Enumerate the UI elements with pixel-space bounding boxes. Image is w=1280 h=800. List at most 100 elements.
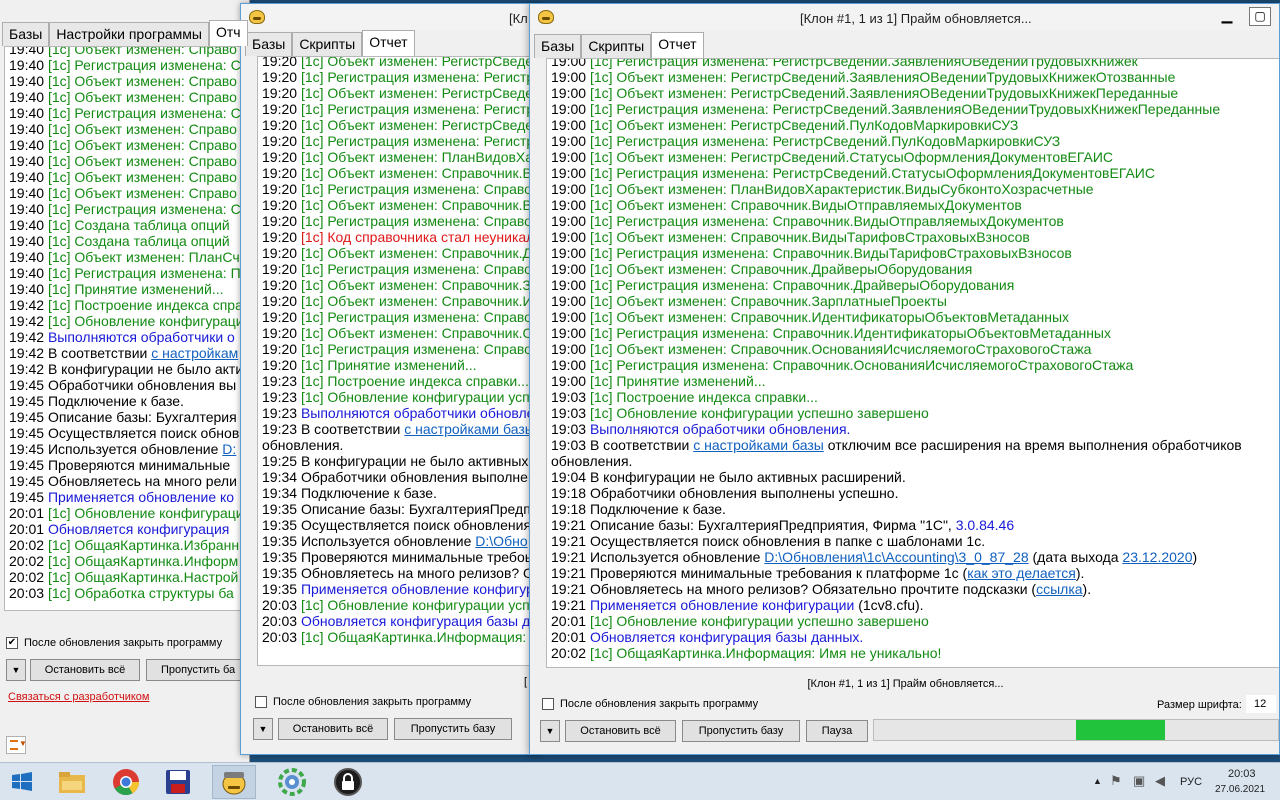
log-timestamp: 19:35 <box>262 517 301 533</box>
win1-close-after-update-checkbox[interactable]: ✔ После обновления закрыть программу <box>6 637 222 649</box>
log-link[interactable]: D:\Обно <box>475 533 527 549</box>
log-timestamp: 19:00 <box>551 277 590 293</box>
log-link[interactable]: как это делается <box>967 565 1076 581</box>
log-text: [1c] Объект изменен: Справочник.О <box>300 325 534 341</box>
log-text: [1c] Объект изменен: ПланСч <box>47 249 240 265</box>
taskbar-updater-app[interactable] <box>212 765 256 799</box>
win2-title: [Кл <box>509 11 528 26</box>
tray-monitor-icon[interactable]: ▣ <box>1133 773 1145 789</box>
log-text: Проверяются минимальные <box>47 457 231 473</box>
log-line: 19:34 Подключение к базе. <box>258 485 539 501</box>
tab-report[interactable]: Отчет <box>362 30 415 56</box>
tray-language[interactable]: РУС <box>1180 776 1202 788</box>
log-text: Применяется обновление ко <box>47 489 235 505</box>
minimize-icon[interactable]: ▁ <box>1217 7 1237 26</box>
log-link[interactable]: с настройкам <box>151 345 238 361</box>
log-timestamp: 19:00 <box>551 69 590 85</box>
win1-dropdown-arrow-button[interactable]: ▼ <box>6 659 26 681</box>
tab-program-settings[interactable]: Настройки программы <box>49 22 209 46</box>
tray-expand-icon[interactable]: ▲ <box>1093 776 1102 786</box>
tab-bases[interactable]: Базы <box>245 32 293 56</box>
log-link[interactable]: D: <box>222 441 236 457</box>
tray-network-icon[interactable]: ⚑ <box>1110 773 1122 789</box>
log-text: (дата выхода <box>1028 549 1123 565</box>
log-timestamp: 19:00 <box>551 165 590 181</box>
log-line: 19:00 [1c] Объект изменен: Справочник.Ви… <box>547 229 1279 245</box>
log-link[interactable]: 23.12.2020 <box>1122 549 1192 565</box>
win3-status-text: [Клон #1, 1 из 1] Прайм обновляется... <box>807 678 1004 690</box>
log-timestamp: 19:20 <box>262 85 301 101</box>
log-link[interactable]: D:\Обновления\1c\Accounting\3_0_87_28 <box>764 549 1028 565</box>
log-text: (1cv8.cfu). <box>854 597 924 613</box>
log-timestamp: 20:03 <box>262 629 301 645</box>
taskbar-save-app[interactable] <box>156 765 200 799</box>
taskbar-settings-app[interactable] <box>270 765 314 799</box>
log-timestamp: 19:00 <box>551 181 590 197</box>
taskbar-lock-app[interactable] <box>326 765 370 799</box>
log-text: [1c] ОбщаяКартинка.Информ <box>47 553 239 569</box>
log-timestamp: 19:00 <box>551 245 590 261</box>
log-line: 19:21 Описание базы: БухгалтерияПредприя… <box>547 517 1279 533</box>
tray-volume-icon[interactable]: ◀ <box>1155 773 1165 789</box>
log-line: 19:45 Используется обновление D: <box>5 441 249 457</box>
log-text: [1c] Обновление конфигурации успе <box>300 597 538 613</box>
log-text: Используется обновление <box>300 533 476 549</box>
log-line: 19:00 [1c] Регистрация изменена: Регистр… <box>547 101 1279 117</box>
start-button[interactable] <box>0 765 44 799</box>
log-link[interactable]: ссылка <box>1036 581 1082 597</box>
tray-clock-date[interactable]: 27.06.2021 <box>1215 784 1265 795</box>
log-text: [1c] Обновление конфигурации успешно зав… <box>589 613 929 629</box>
win3-close-after-update-checkbox[interactable]: После обновления закрыть программу <box>542 698 758 710</box>
win1-report-log[interactable]: 19:40 [1c] Объект изменен: Справо 19:40 [… <box>4 46 249 611</box>
tab-bases[interactable]: Базы <box>534 34 582 58</box>
win1-skip-base-button[interactable]: Пропустить ба <box>146 659 249 681</box>
win2-titlebar[interactable]: [Кл <box>241 4 539 30</box>
log-line: 19:20 [1c] Объект изменен: Справочник.И <box>258 293 539 309</box>
log-timestamp: 19:23 <box>262 405 301 421</box>
win2-skip-base-button[interactable]: Пропустить базу <box>394 718 512 740</box>
win3-skip-base-button[interactable]: Пропустить базу <box>682 720 800 742</box>
log-link[interactable]: с настройками базы <box>693 437 824 453</box>
win3-stop-all-button[interactable]: Остановить всё <box>565 720 676 742</box>
tab-scripts[interactable]: Скрипты <box>292 32 363 56</box>
win3-pause-button[interactable]: Пауза <box>806 720 868 742</box>
taskbar-file-explorer[interactable] <box>50 765 94 799</box>
log-line: 20:02 [1c] ОбщаяКартинка.Избранн <box>5 537 249 553</box>
log-text: [1c] Обработка структуры ба <box>47 585 234 601</box>
win1-menu-button[interactable]: ▼ <box>6 736 27 754</box>
taskbar-chrome[interactable] <box>104 765 148 799</box>
log-text: [1c] Регистрация изменена: Справочник.Ви… <box>589 245 1072 261</box>
log-link[interactable]: с настройками базы <box>404 421 535 437</box>
win1-tabs: Базы Настройки программы Отч <box>2 20 248 46</box>
win2-stop-all-button[interactable]: Остановить всё <box>278 718 388 740</box>
log-line: 19:23 [1c] Обновление конфигурации успе <box>258 389 539 405</box>
tab-scripts[interactable]: Скрипты <box>581 34 652 58</box>
log-line: 20:03 [1c] ОбщаяКартинка.Информация: <box>258 629 539 645</box>
log-timestamp: 19:00 <box>551 357 590 373</box>
win3-report-log[interactable]: 19:00 [1c] Регистрация изменена: Регистр… <box>546 58 1279 668</box>
contact-developer-link[interactable]: Связаться с разработчиком <box>8 691 149 703</box>
win1-stop-all-button[interactable]: Остановить всё <box>30 659 140 681</box>
log-timestamp: 19:00 <box>551 149 590 165</box>
tab-bases[interactable]: Базы <box>2 22 50 46</box>
log-text: [1c] Обновление конфигурации успешно зав… <box>589 405 929 421</box>
font-size-input[interactable]: 12 <box>1246 695 1276 713</box>
log-text: Осуществляется поиск обновления в папке … <box>589 533 986 549</box>
log-text: [1c] Объект изменен: РегистрСведений.Зая… <box>589 69 1176 85</box>
win2-dropdown-arrow-button[interactable]: ▼ <box>253 718 273 740</box>
maximize-icon[interactable]: ▢ <box>1249 7 1271 26</box>
win2-report-log[interactable]: 19:20 [1c] Объект изменен: РегистрСведе 1… <box>257 56 539 666</box>
app-logo-icon <box>538 10 554 24</box>
tab-report[interactable]: Отчет <box>651 32 704 58</box>
tray-clock-time[interactable]: 20:03 <box>1228 768 1256 780</box>
lock-app-icon <box>334 768 362 796</box>
log-text: [1c] Регистрация изменена: Справо <box>300 181 532 197</box>
checkbox-checked-icon: ✔ <box>6 637 18 649</box>
log-line: 19:45 Применяется обновление ко <box>5 489 249 505</box>
win3-titlebar[interactable]: [Клон #1, 1 из 1] Прайм обновляется... ▁… <box>530 4 1279 30</box>
log-line: 19:42 В соответствии с настройкам <box>5 345 249 361</box>
log-text: [1c] Объект изменен: РегистрСведе <box>300 85 534 101</box>
win2-close-after-update-checkbox[interactable]: После обновления закрыть программу <box>255 696 471 708</box>
tab-report[interactable]: Отч <box>209 20 248 46</box>
win3-dropdown-arrow-button[interactable]: ▼ <box>540 720 560 742</box>
